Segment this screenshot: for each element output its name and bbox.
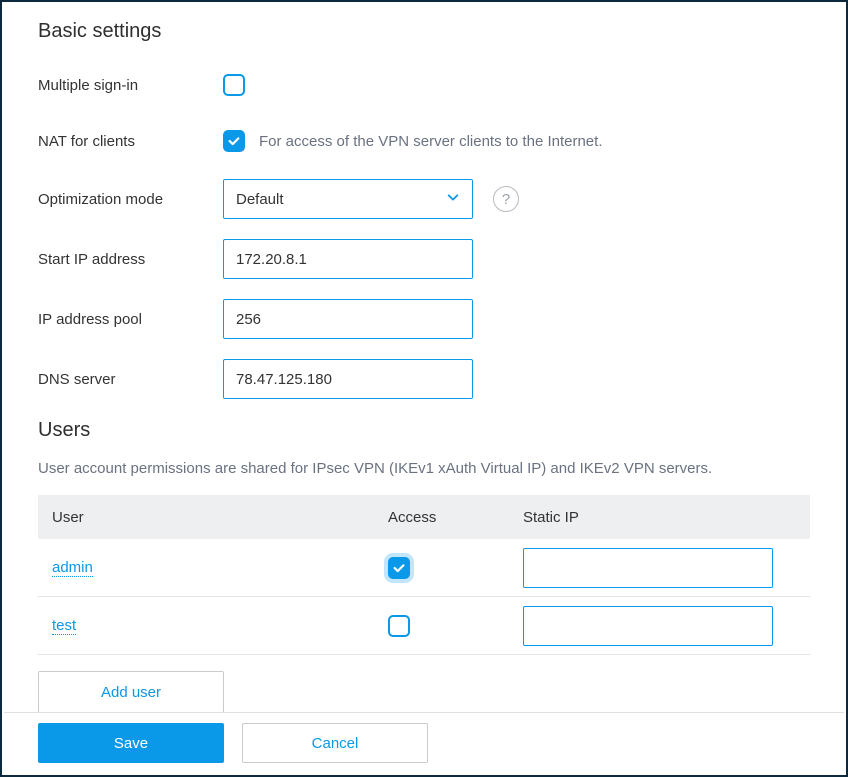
nat-hint: For access of the VPN server clients to … [259,133,602,150]
row-optimization: Optimization mode Default ? [38,179,810,219]
users-title: Users [38,419,810,442]
col-header-access: Access [388,509,523,526]
users-table: User Access Static IP admin test [38,495,810,655]
static-ip-input-admin[interactable] [523,548,773,588]
users-table-header: User Access Static IP [38,495,810,539]
row-multiple-signin: Multiple sign-in [38,67,810,103]
ip-pool-label: IP address pool [38,311,223,328]
col-header-static-ip: Static IP [523,509,810,526]
row-dns: DNS server [38,359,810,399]
save-button[interactable]: Save [38,723,224,763]
access-checkbox-admin[interactable] [388,557,410,579]
col-header-user: User [38,509,388,526]
dns-input[interactable] [223,359,473,399]
chevron-down-icon [446,190,460,208]
multiple-signin-checkbox[interactable] [223,74,245,96]
access-checkbox-test[interactable] [388,615,410,637]
row-ip-pool: IP address pool [38,299,810,339]
row-start-ip: Start IP address [38,239,810,279]
user-link-test[interactable]: test [52,617,76,635]
help-icon[interactable]: ? [493,186,519,212]
static-ip-input-test[interactable] [523,606,773,646]
optimization-select[interactable]: Default [223,179,473,219]
ip-pool-input[interactable] [223,299,473,339]
cancel-button[interactable]: Cancel [242,723,428,763]
multiple-signin-label: Multiple sign-in [38,77,223,94]
footer: Save Cancel [4,712,844,773]
basic-settings-title: Basic settings [38,20,810,43]
nat-checkbox[interactable] [223,130,245,152]
table-row: test [38,597,810,655]
users-description: User account permissions are shared for … [38,460,810,477]
dns-label: DNS server [38,371,223,388]
start-ip-label: Start IP address [38,251,223,268]
table-row: admin [38,539,810,597]
optimization-label: Optimization mode [38,191,223,208]
user-link-admin[interactable]: admin [52,559,93,577]
optimization-value: Default [236,191,284,208]
row-nat: NAT for clients For access of the VPN se… [38,123,810,159]
add-user-button[interactable]: Add user [38,671,224,713]
start-ip-input[interactable] [223,239,473,279]
nat-label: NAT for clients [38,133,223,150]
